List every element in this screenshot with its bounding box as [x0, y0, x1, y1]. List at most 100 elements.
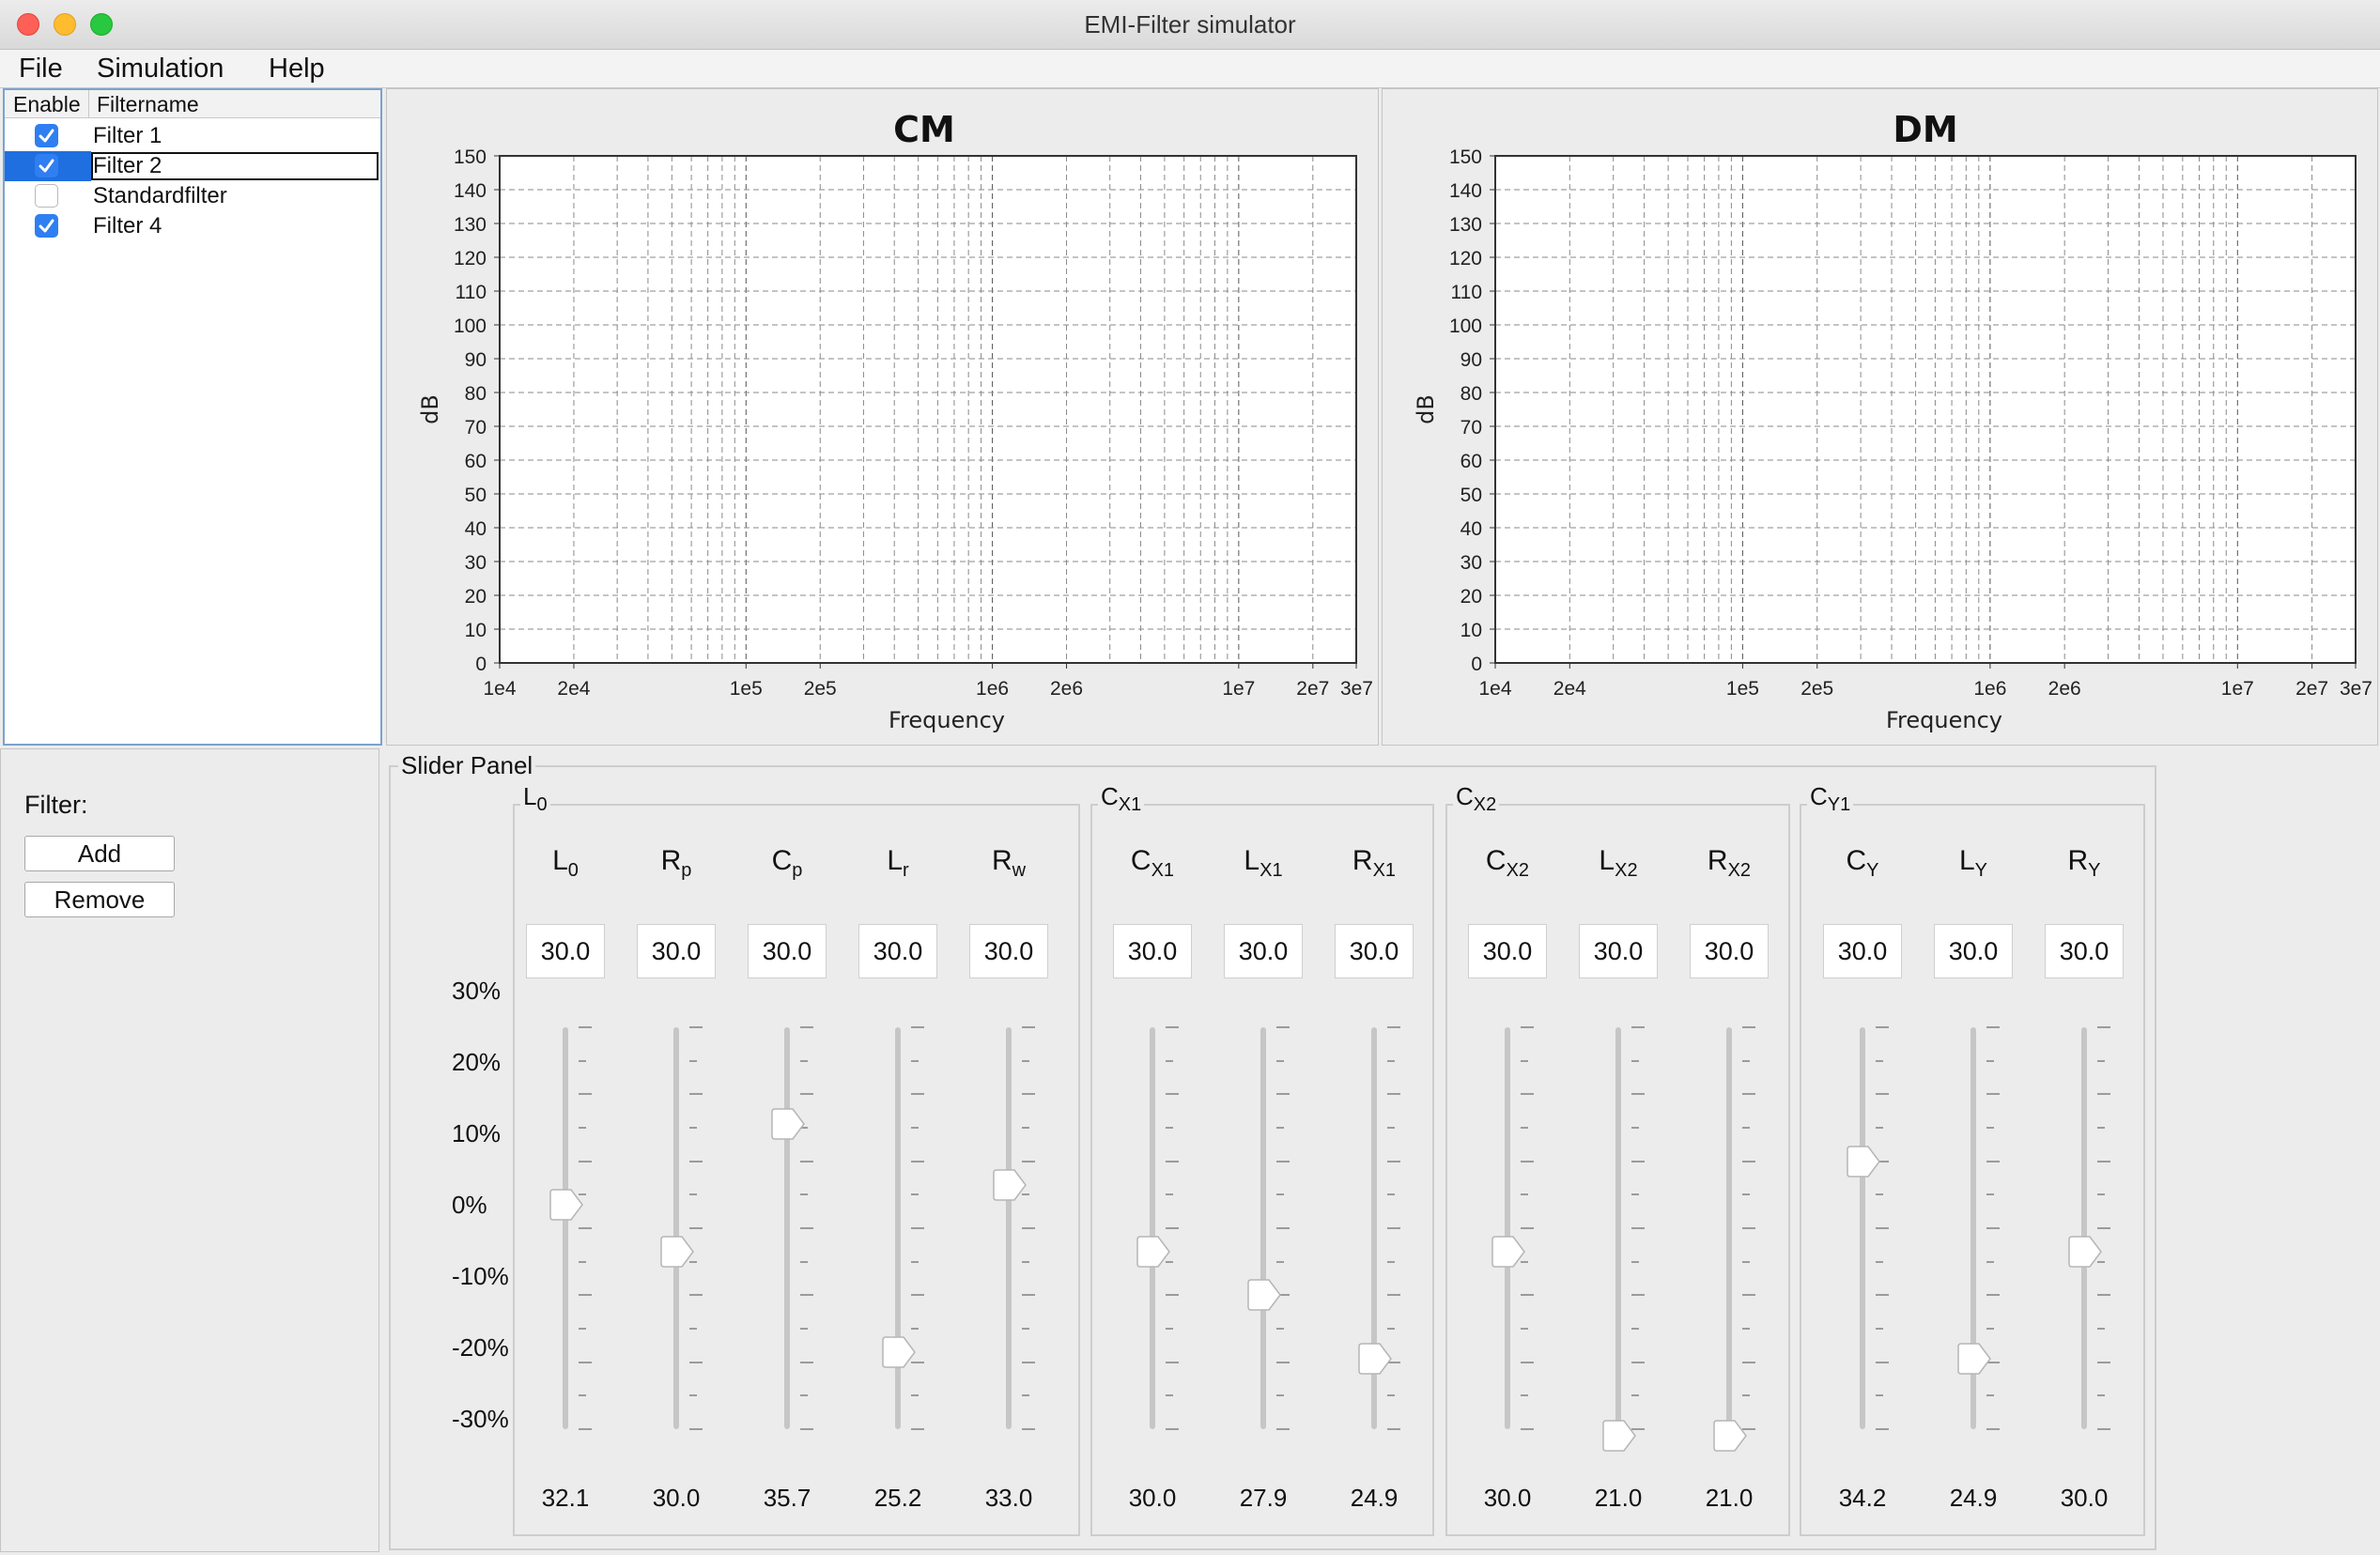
slider-track[interactable] [1150, 1027, 1155, 1429]
scale-label: -30% [452, 1405, 509, 1433]
slider-thumb[interactable] [1246, 1279, 1282, 1316]
slider-tick [1742, 1160, 1755, 1162]
column-header-filtername[interactable]: Filtername [89, 90, 380, 118]
slider-value-field[interactable]: 30.0 [1224, 924, 1303, 978]
slider-tick [1387, 1093, 1400, 1096]
slider-value-field[interactable]: 30.0 [1934, 924, 2013, 978]
remove-filter-button[interactable]: Remove [24, 882, 175, 917]
slider-tick [2097, 1160, 2110, 1162]
slider-symbol: Rw [969, 845, 1048, 882]
slider-thumb[interactable] [881, 1336, 917, 1373]
slider-track[interactable] [1505, 1027, 1510, 1429]
slider-value-field[interactable]: 30.0 [1579, 924, 1658, 978]
slider-tick [1022, 1227, 1035, 1229]
symbol-sub: Y [1866, 860, 1879, 881]
slider-value-field[interactable]: 30.0 [1823, 924, 1902, 978]
slider-thumb[interactable] [1136, 1236, 1171, 1272]
table-row[interactable]: Filter 1 [5, 121, 380, 151]
slider-tick [689, 1127, 697, 1129]
slider-value-field[interactable]: 30.0 [526, 924, 605, 978]
slider-track[interactable] [1860, 1027, 1865, 1429]
filter-name-cell[interactable]: Filter 2 [93, 151, 162, 181]
y-tick-label: 60 [465, 451, 487, 472]
slider-tick [689, 1093, 703, 1096]
slider-tick [1521, 1294, 1534, 1297]
slider-track[interactable] [1615, 1027, 1621, 1429]
symbol-sub: X2 [1506, 860, 1530, 881]
menu-simulation[interactable]: Simulation [97, 50, 224, 87]
slider-tick [689, 1361, 703, 1363]
slider-track[interactable] [784, 1027, 790, 1429]
slider-result-value: 30.0 [652, 1484, 701, 1512]
slider-value-field[interactable]: 30.0 [748, 924, 827, 978]
slider-track[interactable] [1006, 1027, 1012, 1429]
slider-tick [1631, 1093, 1645, 1096]
slider-result-value: 30.0 [1128, 1484, 1177, 1512]
y-axis-label: dB [1413, 394, 1439, 424]
table-row[interactable]: Standardfilter [5, 181, 380, 211]
slider-tick [1876, 1227, 1889, 1229]
slider-thumb[interactable] [1491, 1236, 1526, 1272]
filter-name-cell[interactable]: Standardfilter [93, 181, 227, 211]
table-row-selected[interactable]: Filter 2 [5, 151, 380, 181]
slider-tick [1387, 1127, 1395, 1129]
slider-value-field[interactable]: 30.0 [1335, 924, 1414, 978]
enable-checkbox[interactable] [35, 154, 58, 177]
slider-track[interactable] [563, 1027, 568, 1429]
slider-thumb[interactable] [1956, 1343, 1992, 1379]
symbol-sub: Y [1974, 860, 1988, 881]
enable-checkbox[interactable] [35, 214, 58, 238]
table-row[interactable]: Filter 4 [5, 211, 380, 241]
slider-tick [1022, 1394, 1029, 1397]
x-tick-label: 1e5 [1726, 678, 1759, 700]
slider-tick [2097, 1328, 2105, 1330]
y-tick-label: 130 [1449, 214, 1482, 236]
slider-track[interactable] [1260, 1027, 1266, 1429]
slider-thumb[interactable] [992, 1168, 1028, 1206]
slider-tick [579, 1394, 586, 1397]
enable-checkbox[interactable] [35, 184, 58, 208]
x-tick-label: 1e6 [1973, 678, 2006, 700]
filter-name-cell[interactable]: Filter 4 [93, 211, 162, 241]
slider-value-field[interactable]: 30.0 [2045, 924, 2124, 978]
slider-thumb[interactable] [770, 1108, 806, 1145]
slider-value-field[interactable]: 30.0 [858, 924, 937, 978]
slider-tick [579, 1260, 586, 1263]
symbol-main: R [2067, 845, 2089, 876]
slider-thumb[interactable] [1601, 1420, 1637, 1456]
menu-help[interactable]: Help [269, 50, 325, 87]
slider-value-field[interactable]: 30.0 [1468, 924, 1547, 978]
slider-symbol: LX2 [1579, 845, 1658, 882]
slider-tick [1876, 1394, 1883, 1397]
scale-label: 10% [452, 1119, 502, 1147]
slider-thumb[interactable] [1712, 1420, 1748, 1456]
slider-thumb[interactable] [2067, 1236, 2103, 1272]
slider-tick [1876, 1059, 1883, 1062]
slider-track[interactable] [2081, 1027, 2087, 1429]
slider-thumb[interactable] [1357, 1343, 1393, 1379]
x-tick-label: 1e4 [483, 678, 516, 700]
slider-thumb[interactable] [659, 1236, 695, 1272]
slider-thumb-icon [1136, 1236, 1170, 1268]
add-filter-button[interactable]: Add [24, 836, 175, 871]
y-tick-label: 90 [465, 349, 487, 371]
menu-file[interactable]: File [19, 50, 63, 87]
slider-value-field[interactable]: 30.0 [1113, 924, 1192, 978]
filter-name-cell[interactable]: Filter 1 [93, 121, 162, 151]
slider-tick [800, 1361, 813, 1363]
slider-track[interactable] [1726, 1027, 1732, 1429]
slider-value-field[interactable]: 30.0 [969, 924, 1048, 978]
enable-checkbox[interactable] [35, 124, 58, 147]
slider-tick [1521, 1328, 1528, 1330]
slider-thumb[interactable] [549, 1189, 584, 1225]
y-tick-label: 130 [454, 214, 487, 236]
slider-tick [1387, 1193, 1395, 1196]
slider-thumb-icon [1247, 1279, 1281, 1312]
column-header-enable[interactable]: Enable [5, 90, 89, 118]
slider-track[interactable] [673, 1027, 679, 1429]
slider-thumb[interactable] [1846, 1145, 1881, 1182]
slider-tick [800, 1093, 813, 1096]
slider-tick [1387, 1394, 1395, 1397]
slider-value-field[interactable]: 30.0 [637, 924, 716, 978]
slider-value-field[interactable]: 30.0 [1690, 924, 1769, 978]
